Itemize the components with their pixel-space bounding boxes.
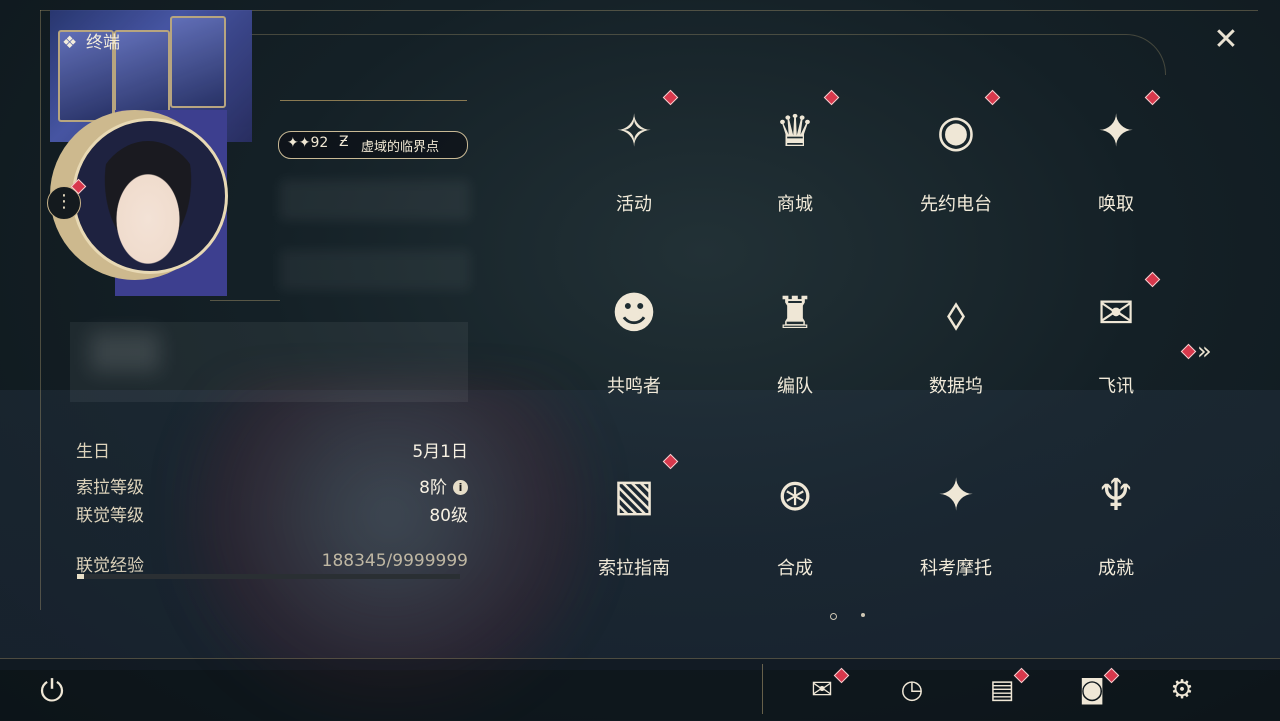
more-vertical-icon: ⋮ [55,191,73,212]
exp-value: 188345/9999999 [321,551,468,571]
avatar-face [93,141,203,271]
menu-item-label: 科考摩托 [920,558,992,579]
menu-item-label: 商城 [777,194,813,215]
menu-item-2[interactable]: ♛ 商城 [735,89,855,220]
notification-badge [984,89,1001,106]
notes-button[interactable]: ▤ [982,667,1030,710]
menu-item-label: 成就 [1098,558,1134,579]
menu-item-12[interactable]: ♆ 成就 [1056,454,1176,584]
menu-item-6[interactable]: ♜ 编队 [735,272,855,402]
menu-item-label: 编队 [777,376,813,397]
diamond-cluster-icon: ❖ [62,33,78,53]
gear-button[interactable]: ⚙ [1162,670,1202,710]
data-dock-icon: ⬨ [946,288,966,339]
blurred-name [280,180,470,220]
divider [280,100,467,101]
double-chevron-right-icon: » [1197,337,1212,365]
menu-item-8[interactable]: ✉ 飞讯 [1056,271,1176,402]
menu-item-label: 索拉指南 [598,558,670,579]
blurred-signature [70,322,468,402]
birthday-label: 生日 [76,442,110,462]
exp-label: 联觉经验 [76,556,144,576]
divider [210,300,280,301]
notification-badge [823,89,840,106]
notes-icon: ▤ [989,675,1015,705]
notification-badge [1180,343,1197,360]
card [114,30,170,122]
birthday-value: 5月1日 [412,442,468,462]
notification-badge [1144,271,1161,288]
close-button[interactable]: ✕ [1208,22,1244,58]
frame-left-line [40,10,41,610]
page-title: ❖ 终端 [62,28,120,53]
sparkle-icon: ✧ [615,106,653,157]
menu-item-9[interactable]: ▧ 索拉指南 [574,453,694,584]
menu-item-label: 数据坞 [929,376,983,397]
cart-icon: ♛ [775,106,815,157]
chess-piece-icon: ♜ [775,288,815,339]
radio-icon: ◉ [936,106,976,157]
menu-item-7[interactable]: ⬨ 数据坞 [896,272,1016,402]
notification-badge [662,89,679,106]
camera-button[interactable]: ◙ [1072,667,1120,710]
gear-icon: ⚙ [1170,675,1194,705]
menu-item-label: 活动 [616,194,652,215]
blurred-uid [280,250,470,290]
title-icon: Ƶ [339,134,349,150]
menu-item-label: 唤取 [1098,194,1134,215]
menu-item-11[interactable]: ✦ 科考摩托 [896,454,1016,584]
card [170,16,226,108]
trophy-icon: ♆ [1096,470,1136,521]
clock-icon: ◷ [900,675,924,705]
power-button[interactable]: ⏻ [32,672,72,712]
menu-item-1[interactable]: ✧ 活动 [574,89,694,220]
level-value: 92 [310,135,329,151]
menu-item-label: 先约电台 [920,194,992,215]
clock-button[interactable]: ◷ [892,670,932,710]
close-icon: ✕ [1213,22,1239,57]
camera-icon: ◙ [1079,675,1105,705]
character-icon: ☻ [611,288,657,339]
union-level-label: 联觉等级 [76,506,144,526]
avatar[interactable] [72,118,228,274]
notification-badge [662,453,679,470]
compass-star-icon: ✦ [1097,106,1135,157]
menu-item-label: 飞讯 [1098,376,1134,397]
page-indicator[interactable] [861,613,865,617]
frame-top-curve [250,34,1166,75]
menu-item-5[interactable]: ☻ 共鸣者 [574,272,694,402]
union-level-value: 80级 [429,506,468,526]
bottom-divider [762,664,763,714]
level-text: ✦✦92 [287,135,328,151]
exp-progress-bar [77,574,460,579]
mail-icon: ✉ [811,675,833,705]
menu-item-10[interactable]: ⊛ 合成 [735,454,855,584]
level-badge[interactable]: ✦✦92 Ƶ 虚域的临界点 [278,131,468,159]
menu-item-3[interactable]: ◉ 先约电台 [896,89,1016,220]
sola-level-label: 索拉等级 [76,478,144,498]
notification-badge [1144,89,1161,106]
mail-button[interactable]: ✉ [802,667,850,710]
synthesis-icon: ⊛ [776,470,814,521]
page-title-text: 终端 [86,33,120,53]
motorbike-icon: ✦ [937,470,975,521]
guide-icon: ▧ [613,470,655,521]
menu-item-label: 共鸣者 [607,376,661,397]
info-icon[interactable]: i [453,480,468,495]
menu-item-label: 合成 [777,558,813,579]
exp-progress-fill [77,574,85,579]
next-page-button[interactable]: » [1180,337,1223,365]
power-icon: ⏻ [40,674,64,709]
sola-level-value: 8阶 [419,478,447,498]
sola-level-value-wrap: 8阶 i [419,473,468,498]
player-title: 虚域的临界点 [361,140,440,155]
page-indicator-active[interactable] [830,613,837,620]
level-symbol: ✦✦ [287,135,311,151]
message-icon: ✉ [1097,288,1135,339]
menu-item-4[interactable]: ✦ 唤取 [1056,89,1176,220]
